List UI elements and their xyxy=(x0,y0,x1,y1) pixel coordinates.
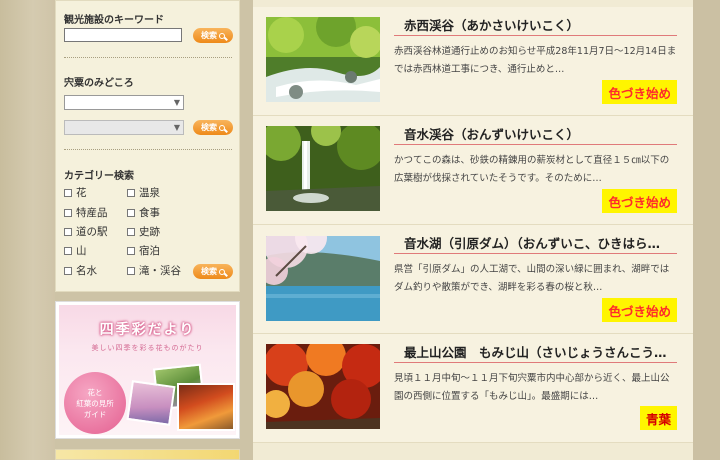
category-label: 温泉 xyxy=(139,187,160,199)
checkbox-icon[interactable] xyxy=(127,227,135,236)
title-underline xyxy=(394,362,677,363)
search-button-label: 検索 xyxy=(201,267,217,276)
category-checkbox-waterfall-gorge[interactable]: 滝・渓谷 xyxy=(127,263,181,278)
chevron-down-icon: ▼ xyxy=(173,98,180,107)
list-item[interactable]: 最上山公園 もみじ山（さいじょうさんこう… 見頃１１月中旬～１１月下旬宍粟市内中… xyxy=(253,334,693,443)
item-title[interactable]: 音水湖（引原ダム）（おんずいこ、ひきはら… xyxy=(404,233,674,252)
category-checkbox-roadside-station[interactable]: 道の駅 xyxy=(64,224,108,239)
category-checkbox-dining[interactable]: 食事 xyxy=(127,205,160,220)
divider xyxy=(64,149,232,151)
category-label: 道の駅 xyxy=(76,226,108,238)
list-item[interactable]: 音水渓谷（おんずいけいこく） かつてこの森は、砂鉄の精錬用の薪炭材として直径１５… xyxy=(253,116,693,225)
category-search-button[interactable]: 検索 xyxy=(193,264,233,279)
title-underline xyxy=(394,35,677,36)
category-checkbox-specialty[interactable]: 特産品 xyxy=(64,205,108,220)
keyword-heading: 観光施設のキーワード xyxy=(64,15,164,26)
checkbox-icon[interactable] xyxy=(127,266,135,275)
sidebar-search-panel: 観光施設のキーワード 検索 宍粟のみどころ ▼ ▼ 検索 カテゴリー検索 花 温… xyxy=(55,0,240,292)
chevron-down-icon: ▼ xyxy=(173,123,180,132)
highlights-search-button[interactable]: 検索 xyxy=(193,120,233,135)
seasonal-guide-banner[interactable]: 四季彩だより 美しい四季を彩る花ものがたり 花と 紅葉の見所 ガイド xyxy=(55,301,240,439)
thumbnail-akasai-gorge[interactable] xyxy=(266,17,380,102)
list-item[interactable]: 赤西渓谷（あかさいけいこく） 赤西渓谷林道通行止めのお知らせ平成28年11月7日… xyxy=(253,7,693,116)
item-description: 見頃１１月中旬～１１月下旬宍粟市内中心部から近く、最上山公園の西側に位置する「も… xyxy=(394,373,670,402)
keyword-search-input[interactable] xyxy=(64,28,182,42)
category-label: 宿泊 xyxy=(139,245,160,257)
banner-image: 四季彩だより 美しい四季を彩る花ものがたり 花と 紅葉の見所 ガイド xyxy=(59,305,236,435)
checkbox-icon[interactable] xyxy=(64,227,72,236)
checkbox-icon[interactable] xyxy=(64,266,72,275)
category-label: 花 xyxy=(76,187,87,199)
item-description: かつてこの森は、砂鉄の精錬用の薪炭材として直径１５㎝以下の広葉樹が伐採されていた… xyxy=(394,155,670,184)
item-description: 県営「引原ダム」の人工湖で、山間の深い緑に囲まれ、湖畔ではダム釣りや散策ができ、… xyxy=(394,264,670,293)
item-title[interactable]: 音水渓谷（おんずいけいこく） xyxy=(404,124,674,143)
thumbnail-onzui-lake[interactable] xyxy=(266,236,380,321)
checkbox-icon[interactable] xyxy=(127,246,135,255)
banner-guide-badge: 花と 紅葉の見所 ガイド xyxy=(64,372,126,434)
banner-subtitle: 美しい四季を彩る花ものがたり xyxy=(91,344,204,352)
category-label: 名水 xyxy=(76,265,97,277)
thumbnail-onzui-gorge[interactable] xyxy=(266,126,380,211)
checkbox-icon[interactable] xyxy=(127,208,135,217)
banner-photo-autumn xyxy=(177,383,235,431)
category-checkbox-mountain[interactable]: 山 xyxy=(64,243,87,258)
badge-line: ガイド xyxy=(83,409,107,419)
category-heading: カテゴリー検索 xyxy=(64,171,134,182)
highlights-select-1[interactable]: ▼ xyxy=(64,95,184,110)
banner-photo-wisteria xyxy=(126,380,176,426)
status-badge: 色づき始め xyxy=(602,80,677,104)
highlights-heading: 宍粟のみどころ xyxy=(64,78,134,89)
secondary-banner[interactable] xyxy=(55,449,240,460)
checkbox-icon[interactable] xyxy=(64,246,72,255)
category-checkbox-onsen[interactable]: 温泉 xyxy=(127,185,160,200)
spot-list: 赤西渓谷（あかさいけいこく） 赤西渓谷林道通行止めのお知らせ平成28年11月7日… xyxy=(253,0,693,460)
search-button-label: 検索 xyxy=(201,123,217,132)
search-icon xyxy=(219,268,225,275)
badge-line: 紅葉の見所 xyxy=(76,398,114,408)
item-description: 赤西渓谷林道通行止めのお知らせ平成28年11月7日～12月14日までは赤西林道工… xyxy=(394,46,677,75)
category-label: 特産品 xyxy=(76,207,108,219)
thumbnail-momijiyama[interactable] xyxy=(266,344,380,429)
keyword-search-button[interactable]: 検索 xyxy=(193,28,233,43)
checkbox-icon[interactable] xyxy=(127,188,135,197)
page-background-left xyxy=(0,0,55,460)
status-badge: 色づき始め xyxy=(602,189,677,213)
status-badge: 色づき始め xyxy=(602,298,677,322)
divider xyxy=(64,57,232,59)
category-label: 滝・渓谷 xyxy=(139,265,181,277)
status-badge: 青葉 xyxy=(639,406,677,430)
category-checkbox-historic-site[interactable]: 史跡 xyxy=(127,224,160,239)
category-label: 史跡 xyxy=(139,226,160,238)
item-title[interactable]: 最上山公園 もみじ山（さいじょうさんこう… xyxy=(404,342,674,361)
search-icon xyxy=(219,32,225,39)
category-label: 山 xyxy=(76,245,87,257)
search-icon xyxy=(219,124,225,131)
category-checkbox-lodging[interactable]: 宿泊 xyxy=(127,243,160,258)
title-underline xyxy=(394,253,677,254)
title-underline xyxy=(394,144,677,145)
category-label: 食事 xyxy=(139,207,160,219)
item-title[interactable]: 赤西渓谷（あかさいけいこく） xyxy=(404,15,674,34)
search-button-label: 検索 xyxy=(201,31,217,40)
checkbox-icon[interactable] xyxy=(64,208,72,217)
category-checkbox-spring-water[interactable]: 名水 xyxy=(64,263,97,278)
page-background-right xyxy=(693,0,720,460)
list-item[interactable]: 音水湖（引原ダム）（おんずいこ、ひきはら… 県営「引原ダム」の人工湖で、山間の深… xyxy=(253,225,693,334)
highlights-select-2[interactable]: ▼ xyxy=(64,120,184,135)
badge-line: 花と xyxy=(87,387,103,397)
checkbox-icon[interactable] xyxy=(64,188,72,197)
category-checkbox-flower[interactable]: 花 xyxy=(64,185,87,200)
banner-title: 四季彩だより xyxy=(99,322,196,338)
